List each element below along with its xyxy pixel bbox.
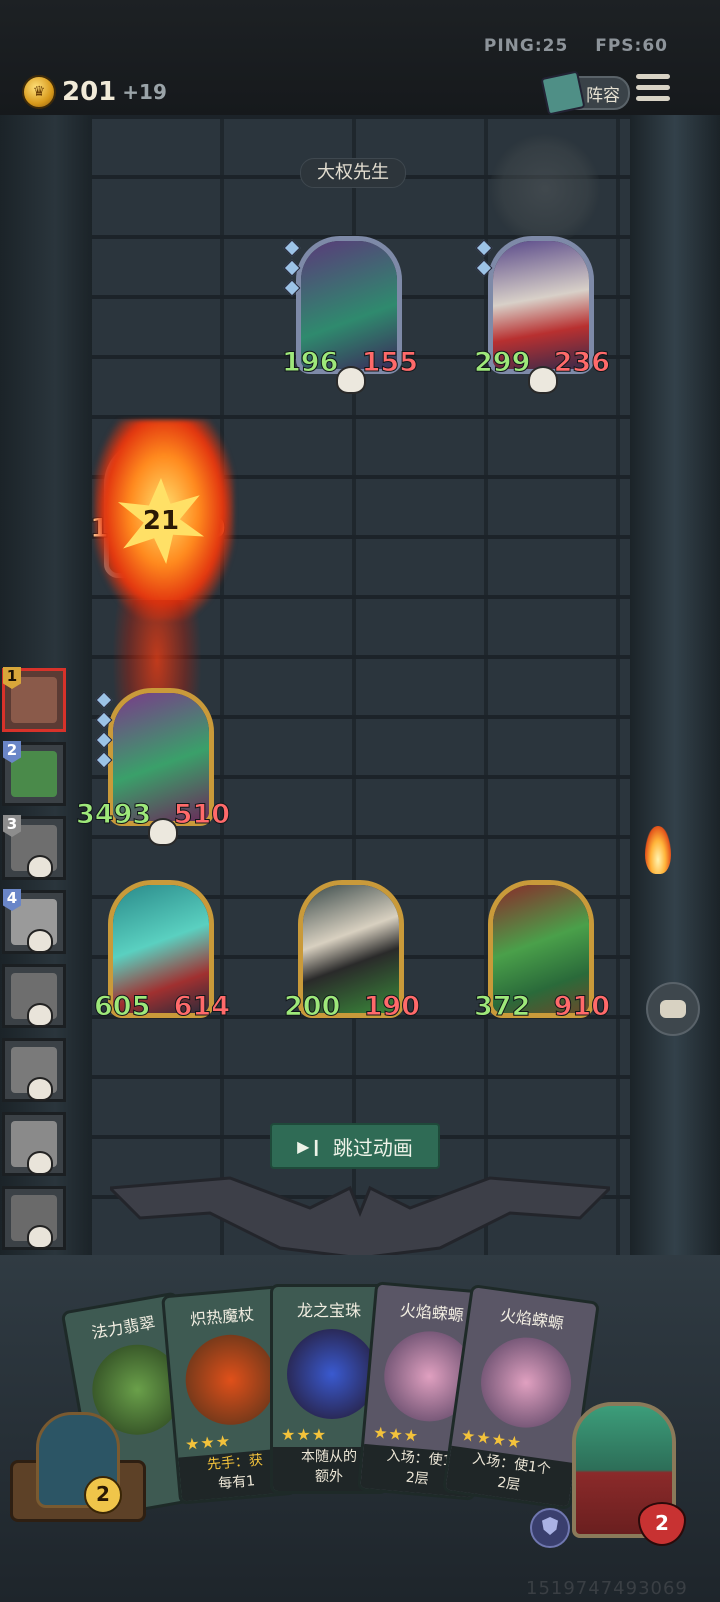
top-bar: PING:25 FPS:60 ♛ 201 +19 阵容: [0, 0, 720, 118]
player-slot-1[interactable]: 1: [2, 667, 66, 732]
gem-icon: [95, 691, 113, 774]
minion-attack: 372: [473, 991, 531, 1023]
player-slot-8[interactable]: [2, 1186, 66, 1250]
book-icon: [540, 70, 586, 116]
fps-label: FPS:60: [595, 36, 668, 56]
player-slot-7[interactable]: [2, 1112, 66, 1176]
player-minion-2[interactable]: 200 190: [283, 880, 421, 1024]
star-rating: ★★★: [184, 1431, 232, 1454]
enemy-minion-2[interactable]: 299 236: [473, 236, 611, 394]
skull-icon: [528, 366, 558, 394]
card-art: [181, 1331, 280, 1429]
ping-label: PING:25: [483, 36, 569, 56]
turn-order-list: 1 2 3 4: [0, 667, 72, 1260]
minion-attack: 200: [283, 991, 341, 1023]
user-id: 1519747493069: [526, 1578, 688, 1599]
minion-health: 510: [173, 799, 230, 831]
lineup-label: 阵容: [586, 85, 620, 106]
card-title: 火焰蝾螈: [498, 1305, 565, 1334]
gold-income: +19: [122, 80, 167, 104]
minion-health: 190: [363, 991, 420, 1023]
opponent-hero-icon[interactable]: [490, 134, 600, 244]
skull-icon: [27, 1003, 53, 1027]
minion-attack: 196: [281, 347, 339, 379]
lineup-button[interactable]: 阵容: [540, 70, 630, 116]
skull-icon: [27, 1225, 53, 1249]
skip-animation-button[interactable]: ▶❙ 跳过动画: [270, 1123, 440, 1169]
skull-icon: [27, 1151, 53, 1175]
minion-health: 614: [173, 991, 230, 1023]
minion-health: 236: [553, 347, 610, 379]
gold-display: ♛ 201 +19: [22, 75, 167, 109]
torch-flame-icon: [645, 826, 671, 874]
skull-icon: [148, 818, 178, 846]
network-status: PING:25 FPS:60: [464, 36, 668, 56]
player-slot-4[interactable]: 4: [2, 889, 66, 954]
minion-health: 155: [361, 347, 418, 379]
player-minion-1[interactable]: 605 614: [93, 880, 231, 1024]
minion-attack: 605: [93, 991, 151, 1023]
player-slot-5[interactable]: [2, 964, 66, 1028]
gem-icon: [283, 239, 301, 302]
chat-icon[interactable]: [646, 982, 700, 1036]
skull-icon: [336, 366, 366, 394]
attacking-minion[interactable]: 3493 510: [75, 688, 231, 846]
opponent-name: 大权先生: [300, 158, 406, 188]
skip-icon: ▶❙: [297, 1136, 323, 1156]
bat-emblem-icon: [110, 1176, 610, 1258]
star-rating: ★★★: [281, 1425, 328, 1444]
gem-icon: [475, 239, 493, 282]
skip-label: 跳过动画: [332, 1135, 413, 1160]
skull-icon: [27, 929, 53, 953]
player-slot-6[interactable]: [2, 1038, 66, 1102]
player-minion-3[interactable]: 372 910: [473, 880, 611, 1024]
card-title: 龙之宝珠: [296, 1301, 361, 1320]
minion-health: 910: [553, 991, 610, 1023]
card-art: [475, 1331, 577, 1434]
shield-icon[interactable]: [530, 1508, 570, 1548]
star-rating: ★★★: [372, 1422, 420, 1446]
right-pillar: [630, 115, 720, 1255]
player-slot-2[interactable]: 2: [2, 741, 66, 806]
minion-attack: 3493: [75, 799, 152, 831]
minion-attack: 299: [473, 347, 531, 379]
card-text-line: 先手：获: [206, 1452, 264, 1474]
skull-icon: [27, 1077, 53, 1101]
player-slot-3[interactable]: 3: [2, 815, 66, 880]
card-title: 炽热魔杖: [189, 1304, 255, 1330]
crown-coin-icon: ♛: [22, 75, 56, 109]
gold-amount: 201: [62, 77, 117, 107]
menu-icon[interactable]: [636, 74, 670, 104]
skull-icon: [27, 855, 53, 879]
reroll-cost: 2: [84, 1476, 122, 1514]
enemy-minion-1[interactable]: 196 155: [281, 236, 419, 394]
